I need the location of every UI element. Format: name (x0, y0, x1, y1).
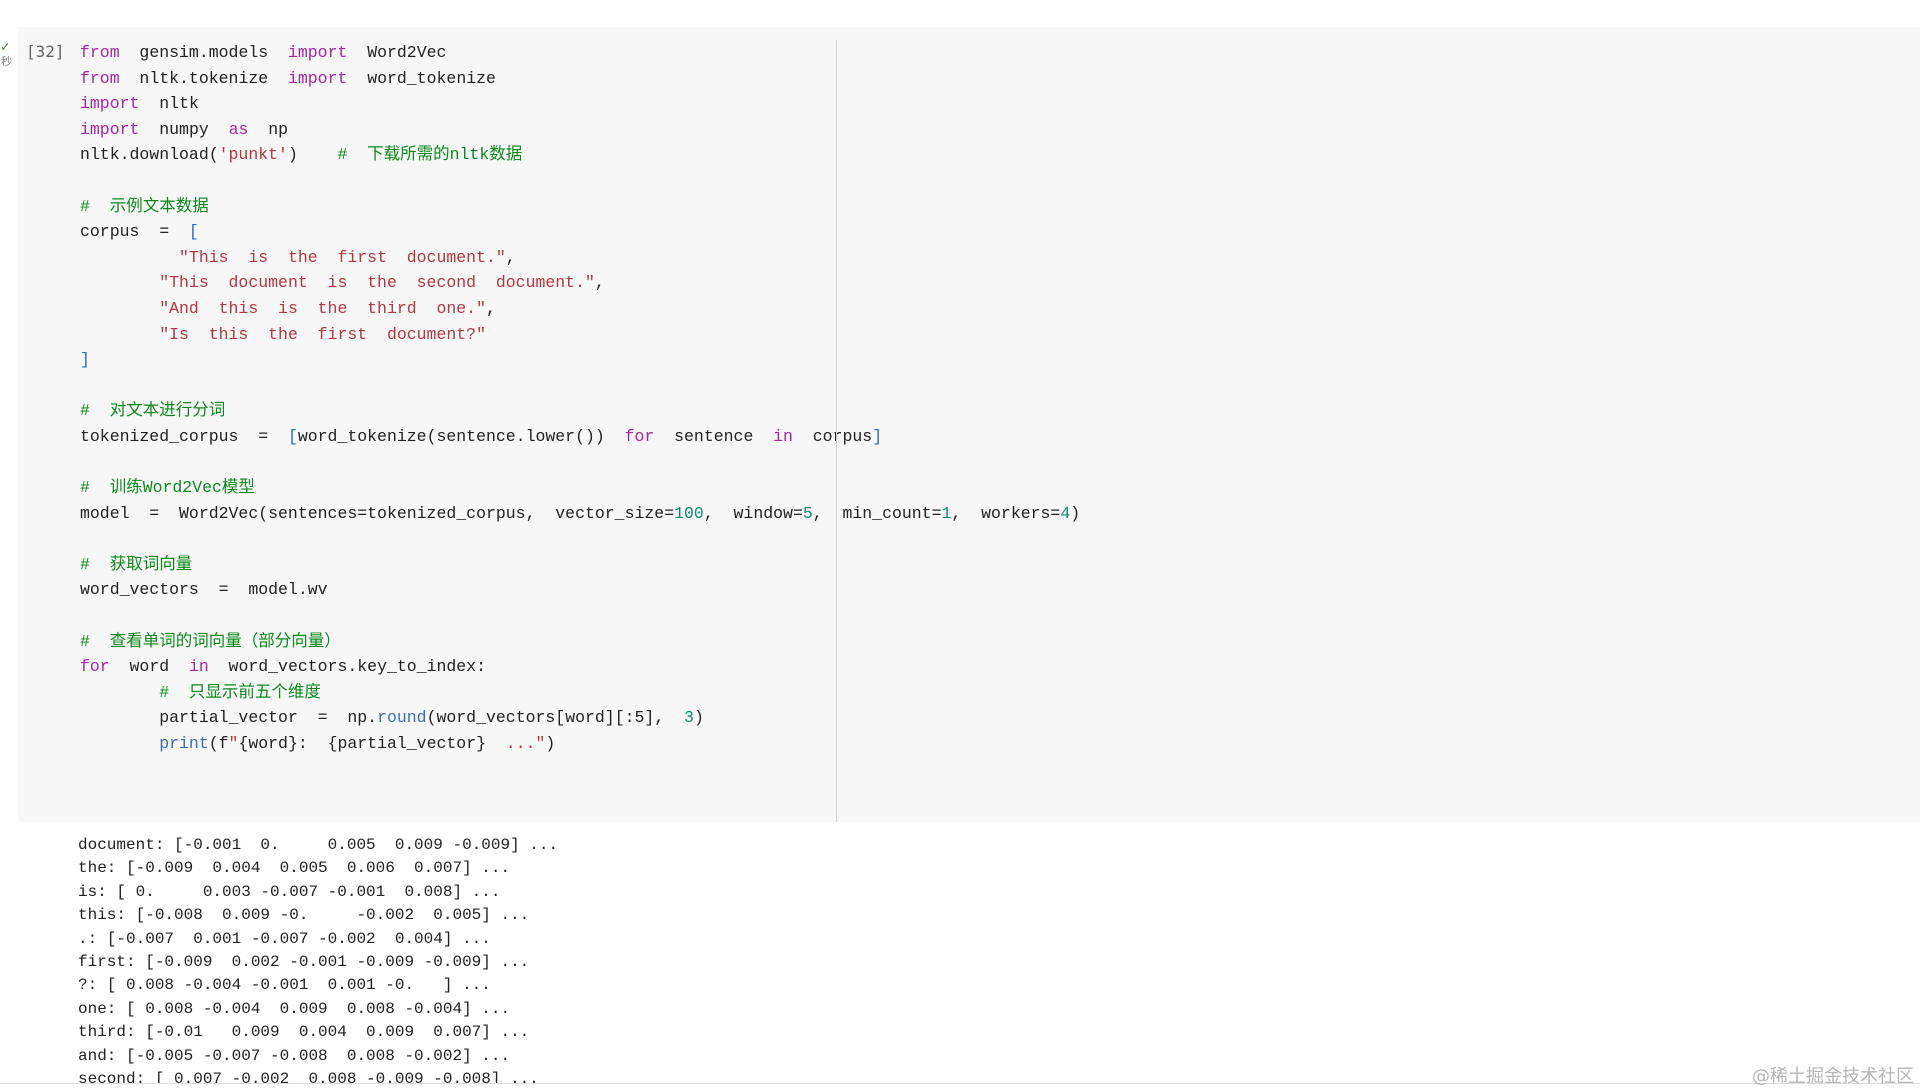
code-line: # 查看单词的词向量（部分向量） (80, 631, 341, 651)
output-line: third: [-0.01 0.009 0.004 0.009 0.007] .… (78, 1023, 530, 1042)
code-line: for word in word_vectors.key_to_index: (80, 657, 486, 677)
code-line: nltk.download('punkt') # 下载所需的nltk数据 (80, 145, 523, 165)
watermark: @稀土掘金技术社区 (1752, 1066, 1914, 1087)
code-line: partial_vector = np.round(word_vectors[w… (159, 708, 704, 728)
code-line: # 对文本进行分词 (80, 401, 226, 421)
output-line: is: [ 0. 0.003 -0.007 -0.001 0.008] ... (78, 882, 501, 901)
exec-time-label: 秒 (1, 55, 12, 68)
code-line: ] (80, 350, 90, 370)
code-editor[interactable]: from gensim.models import Word2Vec from … (80, 40, 1080, 757)
output-line: .: [-0.007 0.001 -0.007 -0.002 0.004] ..… (78, 929, 491, 948)
code-line: import numpy as np (80, 119, 288, 139)
output-line: this: [-0.008 0.009 -0. -0.002 0.005] ..… (78, 906, 530, 925)
output-line: ?: [ 0.008 -0.004 -0.001 0.001 -0. ] ... (78, 976, 491, 995)
code-line: # 只显示前五个维度 (159, 682, 321, 702)
output-line: and: [-0.005 -0.007 -0.008 0.008 -0.002]… (78, 1046, 511, 1065)
check-icon: ✓ (1, 39, 10, 55)
code-line: "This is the first document.", (179, 247, 516, 267)
code-line: from nltk.tokenize import word_tokenize (80, 68, 496, 88)
code-line: model = Word2Vec(sentences=tokenized_cor… (80, 503, 1081, 523)
code-line: # 训练Word2Vec模型 (80, 478, 255, 498)
output-line: the: [-0.009 0.004 0.005 0.006 0.007] ..… (78, 859, 511, 878)
code-line: from gensim.models import Word2Vec (80, 43, 447, 62)
code-line: word_vectors = model.wv (80, 580, 328, 600)
code-line: "And this is the third one.", (159, 298, 496, 318)
code-line: # 获取词向量 (80, 554, 193, 574)
code-line: tokenized_corpus = [word_tokenize(senten… (80, 426, 883, 446)
top-bar (0, 0, 1920, 26)
output-line: document: [-0.001 0. 0.005 0.009 -0.009]… (78, 836, 559, 854)
output-line: first: [-0.009 0.002 -0.001 -0.009 -0.00… (78, 953, 530, 972)
code-line: corpus = [ (80, 222, 199, 242)
code-line: import nltk (80, 94, 199, 114)
cell-output: document: [-0.001 0. 0.005 0.009 -0.009]… (78, 834, 978, 1086)
code-line: print(f"{word}: {partial_vector} ...") (159, 734, 556, 754)
code-line: # 示例文本数据 (80, 196, 209, 216)
ruler-line (836, 40, 837, 822)
code-line: "This document is the second document.", (159, 273, 605, 293)
run-status: ✓ 秒 (0, 40, 14, 74)
execution-count: [32] (26, 42, 65, 61)
output-line: one: [ 0.008 -0.004 0.009 0.008 -0.004] … (78, 999, 511, 1018)
code-line: "Is this the first document?" (159, 324, 486, 344)
